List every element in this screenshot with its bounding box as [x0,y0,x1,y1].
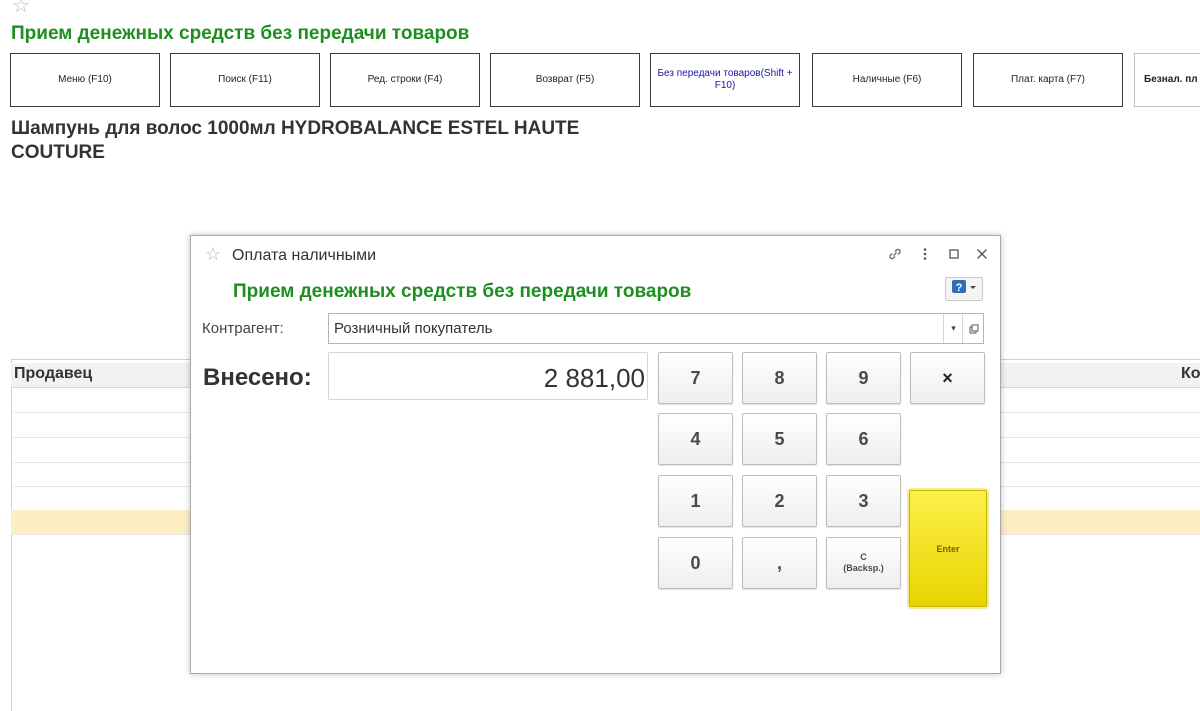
favorite-star-icon[interactable]: ☆ [12,0,30,16]
column-seller[interactable]: Продавец [14,365,92,383]
key-3[interactable]: 3 [826,475,901,527]
dialog-heading: Прием денежных средств без передачи това… [233,281,692,302]
page-title: Прием денежных средств без передачи това… [11,23,470,44]
cash-button[interactable]: Наличные (F6) [812,53,962,107]
dialog-title: Оплата наличными [232,247,377,264]
return-button[interactable]: Возврат (F5) [490,53,640,107]
link-icon[interactable] [886,246,904,265]
enter-button[interactable]: Enter [909,490,987,607]
no-goods-button[interactable]: Без передачи товаров(Shift + F10) [650,53,800,107]
backspace-label-line2: (Backsp.) [843,563,884,573]
cashless-payment-button[interactable]: Безнал. пл [1134,53,1200,107]
open-icon[interactable] [962,314,984,343]
key-2[interactable]: 2 [742,475,817,527]
paid-label: Внесено: [203,364,312,391]
key-9[interactable]: 9 [826,352,901,404]
key-6[interactable]: 6 [826,413,901,465]
key-8[interactable]: 8 [742,352,817,404]
column-quantity[interactable]: Ко [1181,365,1200,383]
maximize-icon[interactable] [945,246,963,265]
paid-amount-value: 2 881,00 [543,363,645,393]
card-payment-button[interactable]: Плат. карта (F7) [973,53,1123,107]
menu-button[interactable]: Меню (F10) [10,53,160,107]
counterparty-label: Контрагент: [202,320,284,337]
help-button[interactable]: ? [945,277,983,301]
key-1[interactable]: 1 [658,475,733,527]
key-comma[interactable]: , [742,537,817,589]
edit-row-button[interactable]: Ред. строки (F4) [330,53,480,107]
backspace-button[interactable]: С (Backsp.) [826,537,901,589]
key-4[interactable]: 4 [658,413,733,465]
key-7[interactable]: 7 [658,352,733,404]
key-5[interactable]: 5 [742,413,817,465]
counterparty-field[interactable]: Розничный покупатель ▾ [328,313,984,344]
product-name: Шампунь для волос 1000мл HYDROBALANCE ES… [11,118,580,163]
counterparty-value: Розничный покупатель [334,320,493,337]
cash-payment-dialog: ☆ Оплата наличными Прием денежных средст… [190,235,1001,674]
paid-amount-field[interactable]: 2 881,00 [328,352,648,400]
clear-button[interactable]: × [910,352,985,404]
search-button[interactable]: Поиск (F11) [170,53,320,107]
backspace-label-line1: С [860,552,867,562]
more-icon[interactable] [916,246,934,265]
dropdown-icon[interactable]: ▾ [943,314,963,343]
svg-text:?: ? [956,282,963,294]
close-icon[interactable] [973,246,991,265]
key-0[interactable]: 0 [658,537,733,589]
favorite-star-icon[interactable]: ☆ [205,244,221,265]
help-icon: ? [951,279,977,300]
